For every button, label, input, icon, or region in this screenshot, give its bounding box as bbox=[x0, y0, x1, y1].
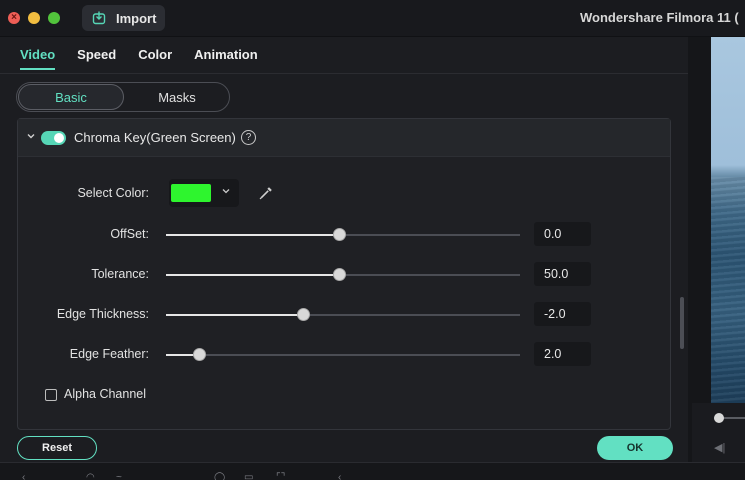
basic-masks-switch: Basic Masks bbox=[16, 82, 230, 112]
chroma-key-toggle[interactable] bbox=[41, 131, 66, 145]
tab-speed[interactable]: Speed bbox=[77, 47, 116, 70]
edge-feather-value-field[interactable]: 2.0 bbox=[534, 342, 591, 366]
eyedropper-icon[interactable] bbox=[258, 185, 274, 201]
title-bar: × Import Wondershare Filmora 11 ( bbox=[0, 0, 745, 37]
window-close-button[interactable]: × bbox=[8, 12, 20, 24]
tab-divider bbox=[0, 73, 688, 74]
color-picker-dropdown[interactable] bbox=[169, 179, 239, 207]
color-swatch[interactable] bbox=[171, 184, 211, 202]
panel-scrollbar[interactable] bbox=[680, 297, 684, 349]
window-title: Wondershare Filmora 11 ( bbox=[580, 10, 739, 25]
help-icon[interactable]: ? bbox=[241, 130, 256, 145]
toolbar-icon[interactable]: ~ bbox=[116, 472, 130, 480]
chroma-key-header[interactable]: Chroma Key(Green Screen) ? bbox=[18, 119, 670, 157]
import-icon bbox=[92, 11, 106, 25]
toolbar-icon[interactable]: ⌜⌝ bbox=[276, 472, 290, 480]
slider-fill bbox=[166, 274, 340, 276]
offset-label: OffSet: bbox=[110, 227, 149, 241]
window-minimize-button[interactable] bbox=[28, 12, 40, 24]
edge-thickness-label: Edge Thickness: bbox=[56, 307, 149, 321]
tolerance-label: Tolerance: bbox=[91, 267, 149, 281]
edge-feather-slider[interactable] bbox=[166, 348, 520, 361]
slider-handle[interactable] bbox=[296, 308, 310, 321]
tab-video[interactable]: Video bbox=[20, 47, 56, 70]
alpha-channel-checkbox[interactable] bbox=[45, 389, 57, 401]
property-tabs: Video Speed Color Animation bbox=[20, 47, 258, 70]
undo-icon[interactable]: ‹ bbox=[22, 472, 36, 480]
toggle-knob bbox=[54, 133, 64, 143]
chroma-key-title: Chroma Key(Green Screen) bbox=[74, 130, 236, 145]
tab-color[interactable]: Color bbox=[138, 47, 172, 70]
slider-handle[interactable] bbox=[333, 228, 347, 241]
slider-handle[interactable] bbox=[192, 348, 206, 361]
ok-button[interactable]: OK bbox=[597, 436, 673, 460]
previous-frame-icon[interactable]: ◀| bbox=[714, 441, 725, 454]
tab-animation[interactable]: Animation bbox=[194, 47, 258, 70]
slider-handle[interactable] bbox=[333, 268, 347, 281]
segment-basic[interactable]: Basic bbox=[18, 84, 124, 110]
slider-fill bbox=[166, 234, 340, 236]
close-icon: × bbox=[11, 12, 17, 23]
toolbar-icon[interactable]: ◠ bbox=[86, 472, 100, 480]
chevron-down-icon[interactable] bbox=[26, 131, 36, 141]
window-maximize-button[interactable] bbox=[48, 12, 60, 24]
chroma-key-section: Chroma Key(Green Screen) ? Select Color:… bbox=[17, 118, 671, 430]
offset-slider[interactable] bbox=[166, 228, 520, 241]
reset-button[interactable]: Reset bbox=[17, 436, 97, 460]
edit-panel: Video Speed Color Animation Basic Masks … bbox=[0, 37, 688, 462]
edge-feather-label: Edge Feather: bbox=[69, 347, 149, 361]
timeline-toolbar: ‹ ◠ ~ ◯ ▭ ⌜⌝ ‹ bbox=[0, 462, 745, 480]
segment-masks[interactable]: Masks bbox=[125, 83, 229, 111]
slider-fill bbox=[166, 314, 303, 316]
preview-controls: ◀| bbox=[692, 403, 745, 462]
import-button[interactable]: Import bbox=[82, 5, 165, 31]
toolbar-icon[interactable]: ◯ bbox=[214, 472, 228, 480]
edge-thickness-slider[interactable] bbox=[166, 308, 520, 321]
playhead-handle[interactable] bbox=[714, 413, 724, 423]
toolbar-icon[interactable]: ▭ bbox=[244, 472, 258, 480]
preview-image bbox=[711, 177, 745, 403]
video-preview bbox=[711, 37, 745, 403]
select-color-label: Select Color: bbox=[77, 186, 149, 200]
chevron-down-icon[interactable] bbox=[221, 186, 231, 196]
tolerance-value-field[interactable]: 50.0 bbox=[534, 262, 591, 286]
alpha-channel-label: Alpha Channel bbox=[64, 387, 147, 401]
tolerance-slider[interactable] bbox=[166, 268, 520, 281]
edge-thickness-value-field[interactable]: -2.0 bbox=[534, 302, 591, 326]
offset-value-field[interactable]: 0.0 bbox=[534, 222, 591, 246]
import-label: Import bbox=[116, 10, 157, 26]
toolbar-icon[interactable]: ‹ bbox=[338, 472, 352, 480]
